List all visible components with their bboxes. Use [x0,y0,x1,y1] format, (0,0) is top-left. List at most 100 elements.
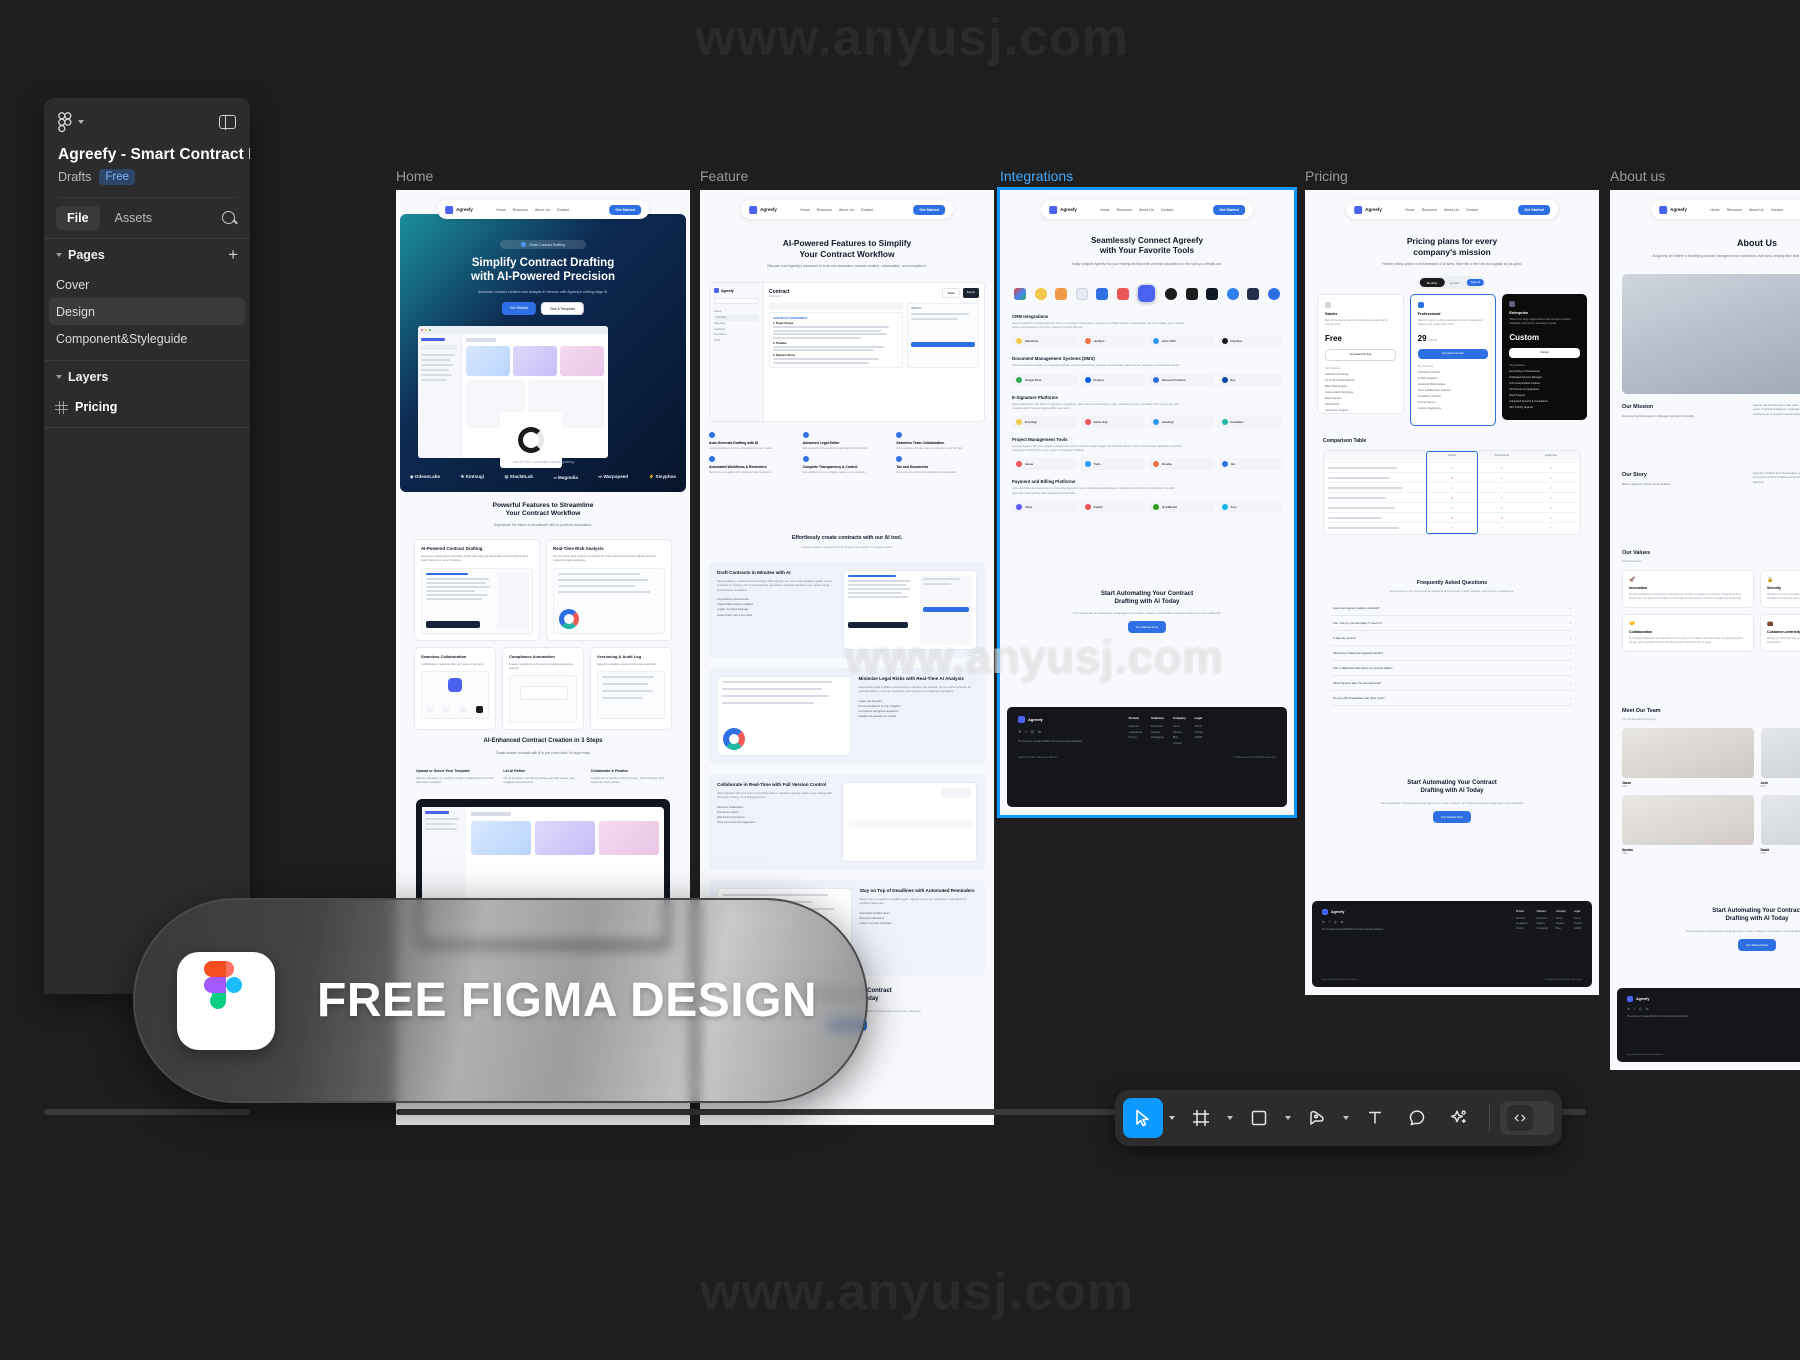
actions-tool[interactable] [1439,1098,1479,1138]
move-tool-caret[interactable] [1165,1098,1179,1138]
add-page-button[interactable]: + [228,246,238,263]
home-hero-ctas[interactable]: Get Started See A Template [501,302,585,315]
pricing-billing-toggle[interactable]: Monthly Annual Save 20 [1417,276,1487,289]
bottom-toolbar[interactable] [1115,1090,1562,1146]
frame-pricing-body[interactable]: Agreefy Home Resource About Us Contact G… [1305,190,1599,995]
sidebar-scrollbar[interactable] [44,1109,250,1115]
home-cta-secondary[interactable]: See A Template [541,302,585,315]
comment-tool[interactable] [1397,1098,1437,1138]
integrations-nav-links[interactable]: Home Resource About Us Contact [1100,208,1173,212]
footer-socials[interactable]: ✕ f ◎ in [1627,1007,1800,1011]
figma-main-menu[interactable] [58,111,84,133]
plan-cta[interactable]: Get started for free [1325,348,1396,361]
chevron-down-icon: › [1570,651,1571,655]
pricing-navbar[interactable]: Agreefy Home Resource About Us Contact G… [1346,200,1558,219]
feature-app-preview: Agreefy Notes Contract Payment Analytics… [709,282,985,422]
plan-cta[interactable]: Get started for free [1417,348,1489,359]
frame-label-about-us[interactable]: About us [1610,168,1665,184]
frame-about-us-body[interactable]: Agreefy Home Resource About Us Contact G… [1610,190,1800,1070]
faq-item[interactable]: How does Agreefy analyze contracts? › [1331,601,1573,616]
integrations-hero-sub: Easily integrate Agreefy into your exist… [1071,262,1223,266]
logo-icon [1206,287,1219,300]
page-item-design[interactable]: Design [49,298,245,325]
feature-highlight: Collaborate in Real-Time with Full Versi… [709,774,985,870]
frame-tool[interactable] [1181,1098,1221,1138]
code-icon [1507,1105,1533,1131]
logo-icon [1247,287,1260,300]
feature-card: Advanced Legal Editor Edit contracts with… [802,432,892,451]
about-hero-image [1622,274,1800,394]
page-item-cover[interactable]: Cover [44,271,250,298]
home-cta-primary[interactable]: Get Started [501,302,537,315]
faq-item[interactable]: Is Agreefy secure? › [1331,631,1573,646]
shape-tool-caret[interactable] [1281,1098,1295,1138]
move-tool[interactable] [1123,1098,1163,1138]
toggle-panel-icon[interactable] [219,114,236,130]
dev-mode-toggle[interactable] [1500,1101,1554,1135]
tab-file[interactable]: File [56,206,100,230]
integrations-nav-cta[interactable]: Get Started [1213,204,1245,215]
home-step: Let AI Refine Our AI analyzes, identifyi… [503,769,575,785]
feature-nav-links[interactable]: Home Resource About Us Contact [800,208,873,212]
about-cta-button[interactable]: Get Started Now [1737,938,1777,951]
layer-item-pricing[interactable]: Pricing [44,393,250,421]
faq-item[interactable]: Can I use my own template if I need to? › [1331,616,1573,631]
chevron-down-icon: › [1570,666,1571,670]
home-step: Collaborate & Finalize Collaborate in re… [590,769,664,785]
feature-navbar[interactable]: Agreefy Home Resource About Us Contact G… [741,200,953,219]
sidebar-tabs[interactable]: File Assets [44,198,250,238]
pricing-cta-button[interactable]: Get Started Now [1432,810,1472,823]
frame-pricing[interactable]: Pricing Agreefy Home Resource About Us C… [1305,168,1599,995]
pen-tool[interactable] [1297,1098,1337,1138]
tab-assets[interactable]: Assets [104,206,164,230]
layers-section-header[interactable]: Layers [44,361,250,393]
pricing-nav-links[interactable]: Home Resource About Us Contact [1405,208,1478,212]
figma-logo [177,951,275,1050]
home-navbar[interactable]: Agreefy Home Resource About Us Contact G… [437,200,649,219]
frame-label-integrations[interactable]: Integrations [1000,168,1073,184]
logo-icon [1116,287,1129,300]
rocket-icon: 🚀 [1629,577,1636,583]
team-member: Jason CEO [1622,728,1754,788]
frame-label-pricing[interactable]: Pricing [1305,168,1348,184]
search-icon[interactable] [221,210,238,227]
chevron-down-icon[interactable] [56,253,62,257]
logo-icon [1055,287,1068,300]
about-nav-links[interactable]: Home Resource About Us Contact [1710,208,1783,212]
left-sidebar[interactable]: Agreefy - Smart Contract Dr... Drafts Fr… [44,98,250,994]
frame-integrations-body[interactable]: Agreefy Home Resource About Us Contact G… [997,187,1297,818]
shape-tool[interactable] [1239,1098,1279,1138]
chevron-down-icon[interactable] [56,375,62,379]
brand-mark-icon [1659,205,1668,214]
faq-item[interactable]: What happens after the free trial ends? › [1331,676,1573,691]
integrations-navbar[interactable]: Agreefy Home Resource About Us Contact G… [1041,200,1253,219]
about-navbar[interactable]: Agreefy Home Resource About Us Contact G… [1651,200,1800,219]
home-feature-card: Compliance Automation Ensure compliance … [502,646,584,730]
briefcase-icon: 💼 [1767,621,1774,627]
pen-tool-caret[interactable] [1339,1098,1353,1138]
home-hero-title: Simplify Contract Drafting with AI-Power… [471,257,615,284]
integration-group: E-Signature Platforms Close deals faster… [1012,395,1282,428]
home-nav-logo[interactable]: Agreefy [445,205,473,214]
frame-tool-caret[interactable] [1223,1098,1237,1138]
feature-card: Automated Workflows & Reminders Never mis… [709,455,798,475]
home-nav-links[interactable]: Home Resource About Us Contact [496,208,569,212]
frame-integrations[interactable]: Integrations Agreefy Home Resource About… [997,168,1297,818]
frame-label-home[interactable]: Home [396,168,433,184]
faq-item[interactable]: Can I collaborate with others on contrac… [1331,661,1573,676]
page-item-component-styleguide[interactable]: Component&Styleguide [44,325,250,352]
frame-label-feature[interactable]: Feature [700,168,748,184]
logo-icon [1226,287,1239,300]
faq-item[interactable]: Do you offer integrations with other too… [1331,691,1573,706]
text-tool[interactable] [1355,1098,1395,1138]
frame-about-us[interactable]: About us Agreefy Home Resource About Us … [1610,168,1800,1070]
file-location[interactable]: Drafts [58,170,91,184]
feature-nav-cta[interactable]: Get Started [913,204,945,215]
plan-cta[interactable]: Contact [1509,347,1581,358]
footer-socials[interactable]: ✕ f ◎ in [1018,729,1129,734]
pricing-nav-cta[interactable]: Get Started [1518,204,1550,215]
home-nav-cta[interactable]: Get Started [609,204,641,215]
pages-section-header[interactable]: Pages + [44,239,250,271]
feature-card: Complete Transparency & Control Full visi… [802,455,892,475]
faq-item[interactable]: What kind of data does Agreefy identify?… [1331,646,1573,661]
